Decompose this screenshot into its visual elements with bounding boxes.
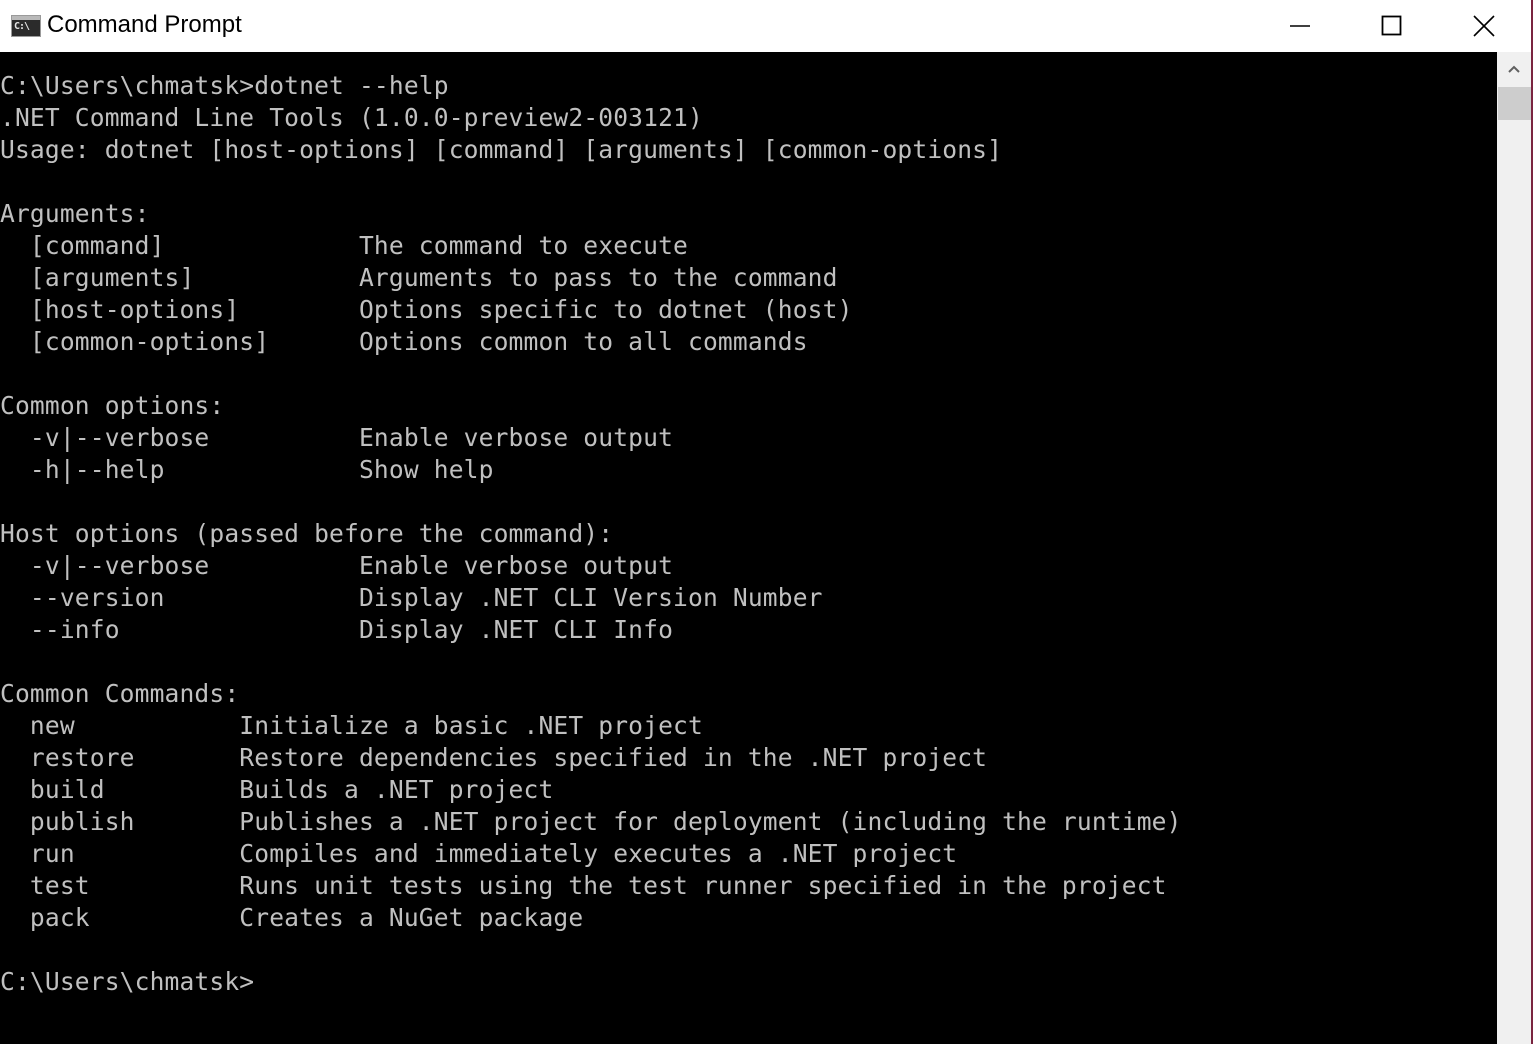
console-line: -v|--verbose Enable verbose output (0, 551, 674, 580)
console-line: Usage: dotnet [host-options] [command] [… (0, 135, 1003, 164)
title-bar[interactable]: C:\ Command Prompt (0, 0, 1531, 52)
console-line: build Builds a .NET project (0, 775, 554, 804)
console-line: new Initialize a basic .NET project (0, 711, 703, 740)
scroll-up-button[interactable] (1497, 52, 1531, 86)
close-button[interactable] (1438, 0, 1530, 52)
console-line: Host options (passed before the command)… (0, 519, 614, 548)
close-icon (1473, 15, 1495, 37)
chevron-up-icon (1508, 65, 1520, 73)
console-line: Common Commands: (0, 679, 240, 708)
console-line: --version Display .NET CLI Version Numbe… (0, 583, 823, 612)
console-line: C:\Users\chmatsk>dotnet --help (0, 71, 449, 100)
app-icon-text: C:\ (14, 21, 30, 32)
scrollbar-thumb[interactable] (1498, 87, 1531, 120)
console-line: --info Display .NET CLI Info (0, 615, 674, 644)
maximize-icon (1381, 15, 1402, 36)
app-icon-bar (12, 16, 40, 20)
maximize-button[interactable] (1346, 0, 1438, 52)
console-line: Arguments: (0, 199, 150, 228)
window-title: Command Prompt (47, 11, 242, 38)
console-line: [host-options] Options specific to dotne… (0, 295, 853, 324)
command-prompt-app-icon[interactable]: C:\ (11, 15, 41, 37)
console-line: test Runs unit tests using the test runn… (0, 871, 1167, 900)
vertical-scrollbar[interactable] (1497, 52, 1531, 1044)
console-line: .NET Command Line Tools (1.0.0-preview2-… (0, 103, 703, 132)
console-line: -h|--help Show help (0, 455, 494, 484)
console-line: -v|--verbose Enable verbose output (0, 423, 674, 452)
console-line: publish Publishes a .NET project for dep… (0, 807, 1182, 836)
console-line: [command] The command to execute (0, 231, 689, 260)
console-output[interactable]: C:\Users\chmatsk>dotnet --help .NET Comma… (0, 52, 1497, 1044)
console-line: [common-options] Options common to all c… (0, 327, 808, 356)
console-line: pack Creates a NuGet package (0, 903, 584, 932)
console-line: C:\Users\chmatsk> (0, 967, 255, 996)
console-line: Common options: (0, 391, 225, 420)
console-line: restore Restore dependencies specified i… (0, 743, 988, 772)
minimize-button[interactable] (1254, 0, 1346, 52)
console-line: run Compiles and immediately executes a … (0, 839, 958, 868)
console-line: [arguments] Arguments to pass to the com… (0, 263, 838, 292)
minimize-icon (1290, 25, 1310, 27)
